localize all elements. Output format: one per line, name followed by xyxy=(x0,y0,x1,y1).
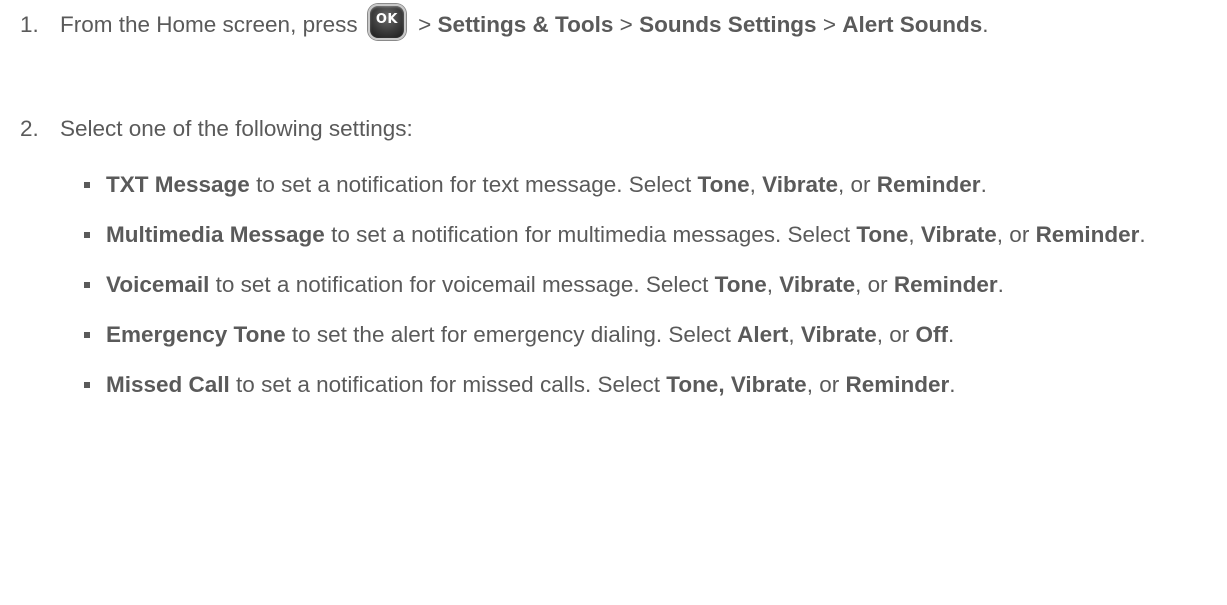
square-bullet-icon xyxy=(84,232,90,238)
option-1: Tone xyxy=(697,172,750,197)
setting-term: TXT Message xyxy=(106,172,250,197)
setting-description: to set a notification for missed calls. … xyxy=(229,372,667,397)
option-2: Vibrate xyxy=(762,172,839,197)
square-bullet-icon xyxy=(84,182,90,188)
option-3: Reminder xyxy=(893,272,998,297)
option-1: Alert xyxy=(737,322,789,347)
list-item: Emergency Tone to set the alert for emer… xyxy=(84,318,1224,352)
step-2: 2. Select one of the following settings: xyxy=(20,112,1210,146)
path-separator: > xyxy=(822,12,836,37)
option-1: Tone xyxy=(856,222,909,247)
setting-description: to set a notification for text message. … xyxy=(249,172,698,197)
sentence-end: . xyxy=(980,172,987,197)
option-3: Off xyxy=(915,322,949,347)
square-bullet-icon xyxy=(84,382,90,388)
sentence-end: . xyxy=(948,322,955,347)
setting-description: to set a notification for voicemail mess… xyxy=(209,272,715,297)
option-separator: , or xyxy=(838,172,877,197)
option-separator: , or xyxy=(876,322,916,347)
option-2: Vibrate xyxy=(800,322,877,347)
square-bullet-icon xyxy=(84,332,90,338)
setting-term: Missed Call xyxy=(106,372,230,397)
step-number: 1. xyxy=(20,12,39,37)
square-bullet-icon xyxy=(84,282,90,288)
ok-key-icon: OK xyxy=(367,4,406,41)
option-separator: , xyxy=(908,222,921,247)
settings-list: TXT Message to set a notification for te… xyxy=(84,168,1224,418)
sentence-end: . xyxy=(997,272,1004,297)
menu-path-sounds-settings: Sounds Settings xyxy=(639,12,817,37)
list-item: Voicemail to set a notification for voic… xyxy=(84,268,1224,302)
setting-description: to set the alert for emergency dialing. … xyxy=(285,322,738,347)
option-1: Tone xyxy=(714,272,767,297)
option-3: Reminder xyxy=(876,172,981,197)
option-separator: , xyxy=(788,322,801,347)
option-separator: , or xyxy=(996,222,1036,247)
sentence-end: . xyxy=(949,372,956,397)
option-3: Reminder xyxy=(845,372,950,397)
menu-path-alert-sounds: Alert Sounds xyxy=(842,12,983,37)
setting-term: Multimedia Message xyxy=(106,222,325,247)
list-item: Multimedia Message to set a notification… xyxy=(84,218,1224,252)
step-2-text: Select one of the following settings: xyxy=(60,116,413,141)
option-separator: , xyxy=(766,272,780,297)
option-3: Reminder xyxy=(1035,222,1140,247)
step-1-suffix: . xyxy=(982,12,989,37)
setting-term: Voicemail xyxy=(106,272,210,297)
list-item: TXT Message to set a notification for te… xyxy=(84,168,1224,202)
step-number: 2. xyxy=(20,116,39,141)
option-1: Tone, Vibrate xyxy=(666,372,807,397)
path-separator: > xyxy=(418,12,432,37)
option-2: Vibrate xyxy=(920,222,997,247)
option-2: Vibrate xyxy=(779,272,856,297)
menu-path-settings-tools: Settings & Tools xyxy=(437,12,614,37)
sentence-end: . xyxy=(1139,222,1146,247)
option-separator: , or xyxy=(806,372,846,397)
setting-description: to set a notification for multimedia mes… xyxy=(324,222,857,247)
step-1-prefix: From the Home screen, press xyxy=(60,12,358,37)
list-item: Missed Call to set a notification for mi… xyxy=(84,368,1224,402)
step-1: 1. From the Home screen, press OK > Sett… xyxy=(20,4,1210,42)
path-separator: > xyxy=(619,12,633,37)
option-separator: , xyxy=(749,172,763,197)
step-1-text: From the Home screen, press OK > Setting… xyxy=(60,4,1210,42)
option-separator: , or xyxy=(855,272,894,297)
setting-term: Emergency Tone xyxy=(106,322,286,347)
